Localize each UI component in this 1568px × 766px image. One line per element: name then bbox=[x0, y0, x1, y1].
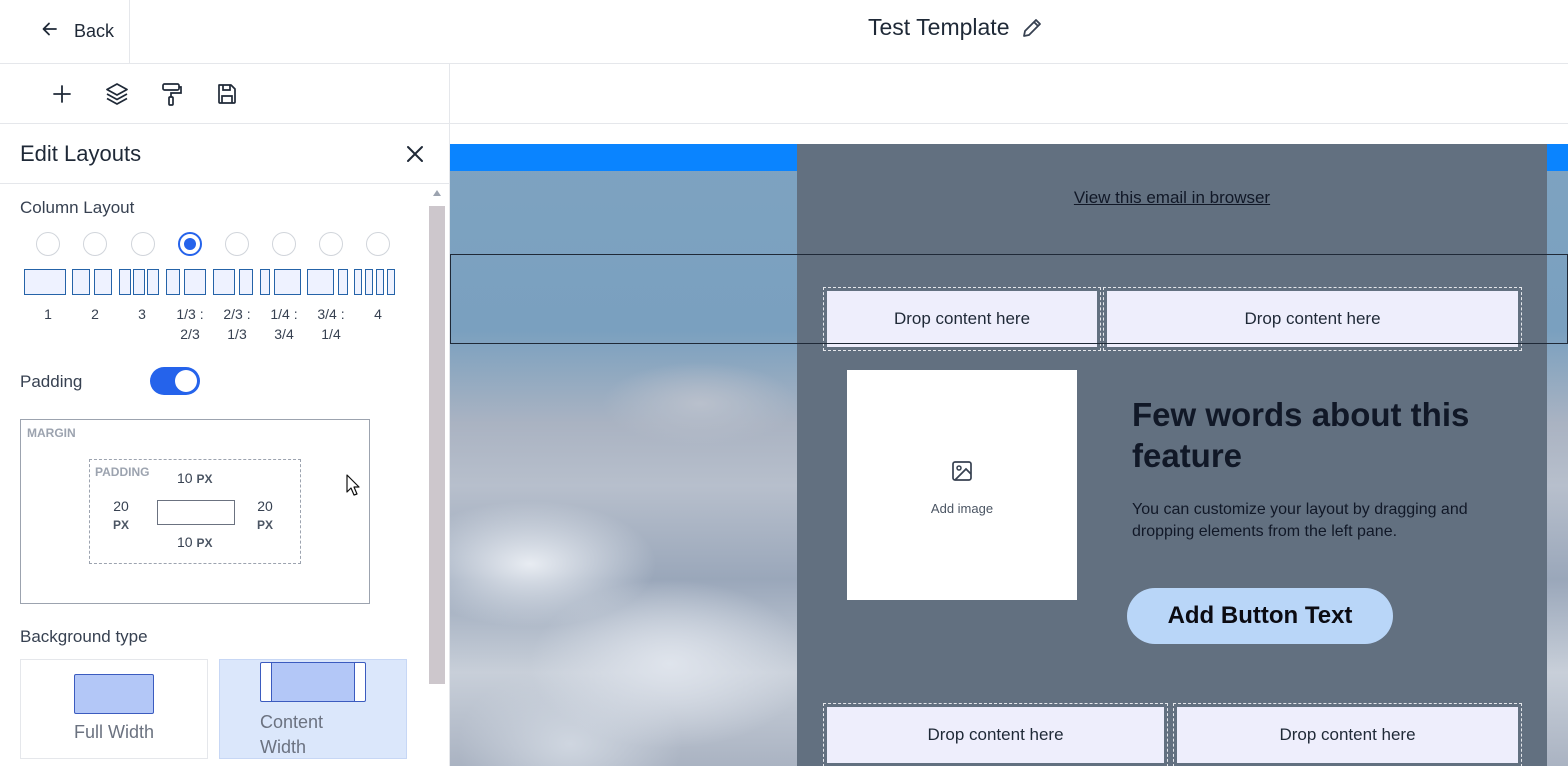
add-button-text-button[interactable]: Add Button Text bbox=[1127, 588, 1393, 644]
padding-right-value[interactable]: 20 PX bbox=[257, 497, 273, 534]
save-icon[interactable] bbox=[213, 80, 241, 108]
layout-label: 3 bbox=[138, 306, 146, 322]
title-area: Test Template bbox=[868, 14, 1045, 41]
layout-label: 2 bbox=[91, 306, 99, 322]
layout-label: 1 bbox=[44, 306, 52, 322]
view-in-browser-link[interactable]: View this email in browser bbox=[797, 188, 1547, 208]
drop-zone[interactable]: Drop content here bbox=[1173, 703, 1522, 766]
layout-1-3-2-3-icon-b[interactable] bbox=[184, 269, 206, 295]
layout-2-icon[interactable] bbox=[72, 269, 90, 295]
full-width-icon bbox=[74, 674, 154, 714]
layout-4-icon-d[interactable] bbox=[387, 269, 395, 295]
radio-layout-1[interactable] bbox=[36, 232, 60, 256]
padding-bottom-value[interactable]: 10 PX bbox=[177, 534, 212, 550]
header-accent-bar bbox=[450, 144, 797, 171]
email-content-area: View this email in browser Drop content … bbox=[797, 144, 1547, 766]
layout-label: 2/3 : 1/3 bbox=[223, 306, 251, 342]
layout-4-icon-c[interactable] bbox=[376, 269, 384, 295]
layers-icon[interactable] bbox=[103, 80, 131, 108]
padding-tag: PADDING bbox=[95, 465, 150, 479]
content-width-label: Content Width bbox=[260, 712, 324, 757]
panel-title: Edit Layouts bbox=[20, 140, 142, 166]
layout-3-4-1-4-icon[interactable] bbox=[307, 269, 334, 295]
padding-top-value[interactable]: 10 PX bbox=[177, 470, 212, 486]
radio-layout-3[interactable] bbox=[131, 232, 155, 256]
drop-zone-label: Drop content here bbox=[827, 707, 1164, 763]
drop-zone[interactable]: Drop content here bbox=[823, 703, 1168, 766]
padding-left-value[interactable]: 20 PX bbox=[113, 497, 129, 534]
scroll-up-arrow-icon[interactable] bbox=[433, 190, 441, 196]
email-canvas: View this email in browser Drop content … bbox=[450, 124, 1568, 766]
layout-4-icon[interactable] bbox=[354, 269, 362, 295]
layout-label: 1/3 : 2/3 bbox=[176, 306, 204, 342]
radio-layout-4[interactable] bbox=[366, 232, 390, 256]
radio-layout-2-3-1-3[interactable] bbox=[225, 232, 249, 256]
mouse-cursor-icon bbox=[346, 474, 360, 501]
content-box bbox=[157, 500, 235, 525]
plus-icon[interactable] bbox=[48, 80, 76, 108]
layout-3-icon-b[interactable] bbox=[133, 269, 145, 295]
column-layout-label: Column Layout bbox=[20, 198, 135, 217]
layout-3-icon-c[interactable] bbox=[147, 269, 159, 295]
layout-3-icon[interactable] bbox=[119, 269, 131, 295]
layout-label: 4 bbox=[374, 306, 382, 322]
drop-zone-label: Drop content here bbox=[1177, 707, 1518, 763]
margin-box: MARGIN PADDING 10 PX 20 PX 20 PX 10 PX bbox=[20, 419, 370, 604]
close-icon[interactable] bbox=[403, 142, 427, 166]
panel-scrollbar[interactable] bbox=[428, 186, 446, 766]
layout-2-icon-b[interactable] bbox=[94, 269, 112, 295]
layout-1-4-3-4-icon[interactable] bbox=[260, 269, 270, 295]
full-width-label: Full Width bbox=[73, 722, 154, 742]
page-title: Test Template bbox=[868, 14, 1010, 40]
margin-tag: MARGIN bbox=[27, 426, 76, 440]
column-layout-radios bbox=[36, 232, 426, 258]
content-width-icon bbox=[260, 662, 366, 702]
layout-1-icon[interactable] bbox=[24, 269, 66, 295]
back-label: Back bbox=[74, 21, 115, 41]
add-image-label: Add image bbox=[930, 501, 994, 516]
padding-box: PADDING 10 PX 20 PX 20 PX 10 PX bbox=[89, 459, 301, 564]
radio-layout-1-3-2-3[interactable] bbox=[178, 232, 202, 256]
column-layout-icons bbox=[24, 269, 404, 295]
layout-4-icon-b[interactable] bbox=[365, 269, 373, 295]
layout-3-4-1-4-icon-b[interactable] bbox=[338, 269, 348, 295]
layout-1-4-3-4-icon-b[interactable] bbox=[274, 269, 301, 295]
paint-roller-icon[interactable] bbox=[158, 80, 186, 108]
image-icon bbox=[951, 460, 973, 487]
header-accent-bar-right bbox=[1547, 144, 1568, 171]
radio-layout-2[interactable] bbox=[83, 232, 107, 256]
selected-row-outline bbox=[450, 254, 1568, 344]
back-button[interactable]: Back bbox=[0, 0, 130, 63]
arrow-left-icon bbox=[40, 19, 60, 44]
panel-header: Edit Layouts bbox=[0, 124, 449, 184]
edit-layouts-panel: Edit Layouts Column Layout 1 2 3 1/3: 2… bbox=[0, 124, 450, 766]
feature-heading[interactable]: Few words about this feature bbox=[1132, 394, 1512, 476]
padding-label: Padding bbox=[20, 372, 83, 391]
feature-description[interactable]: You can customize your layout by draggin… bbox=[1132, 499, 1492, 543]
toolbar-empty-area bbox=[450, 64, 1568, 124]
content-width-option[interactable]: Content Width bbox=[219, 659, 407, 759]
image-placeholder[interactable]: Add image bbox=[847, 370, 1077, 600]
scroll-thumb[interactable] bbox=[429, 206, 445, 684]
radio-layout-1-4-3-4[interactable] bbox=[272, 232, 296, 256]
radio-layout-3-4-1-4[interactable] bbox=[319, 232, 343, 256]
padding-toggle[interactable] bbox=[150, 367, 200, 395]
layout-2-3-1-3-icon-b[interactable] bbox=[239, 269, 253, 295]
layout-1-3-2-3-icon[interactable] bbox=[166, 269, 180, 295]
full-width-option[interactable]: Full Width bbox=[20, 659, 208, 759]
editor-toolbar bbox=[0, 64, 450, 124]
pencil-icon[interactable] bbox=[1019, 15, 1045, 41]
background-type-label: Background type bbox=[20, 627, 148, 646]
top-bar: Back Test Template bbox=[0, 0, 1568, 64]
layout-label: 1/4 : 3/4 bbox=[270, 306, 298, 342]
layout-2-3-1-3-icon[interactable] bbox=[213, 269, 235, 295]
layout-label: 3/4 : 1/4 bbox=[317, 306, 345, 342]
